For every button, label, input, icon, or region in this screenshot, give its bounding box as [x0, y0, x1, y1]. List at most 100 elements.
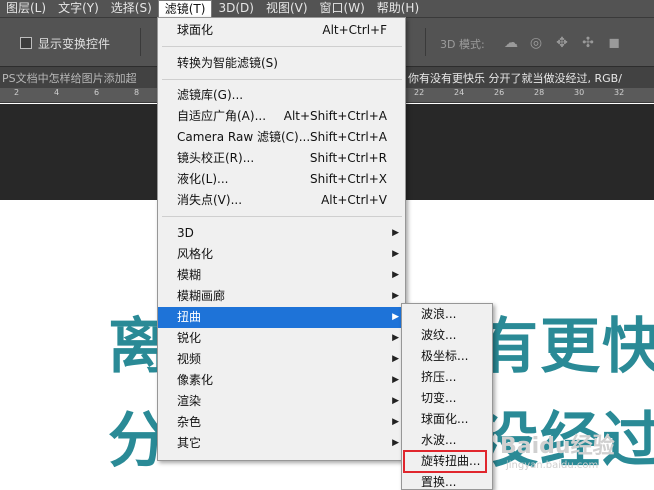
menu-item-sharpen[interactable]: 锐化 ▶ [158, 328, 405, 349]
submenu-arrow-icon: ▶ [392, 249, 399, 259]
show-transform-checkbox[interactable] [20, 37, 32, 49]
document-tab-active[interactable]: 你有没有更快乐 分开了就当做没经过, RGB/ [408, 70, 622, 86]
submenu-item-twirl[interactable]: 旋转扭曲... [403, 450, 487, 473]
submenu-arrow-icon: ▶ [392, 270, 399, 280]
watermark-url: jingyan.baidu.com [506, 460, 599, 471]
submenu-item-shear[interactable]: 切变... [402, 388, 492, 409]
menu-separator [162, 216, 402, 217]
menu-item-label: 模糊画廊 [177, 289, 226, 303]
submenu-item-label: 旋转扭曲... [421, 454, 481, 468]
menu-filter[interactable]: 滤镜(T) [157, 0, 213, 17]
menu-separator [162, 79, 402, 80]
canvas-text-line1-right: 有更快 [478, 312, 654, 382]
menu-item-camera-raw[interactable]: Camera Raw 滤镜(C)... Shift+Ctrl+A [158, 127, 405, 148]
submenu-arrow-icon: ▶ [392, 354, 399, 364]
menu-item-label: 风格化 [177, 247, 214, 261]
menu-item-video[interactable]: 视频 ▶ [158, 349, 405, 370]
ruler-tick-label: 22 [414, 88, 425, 97]
3d-pan-icon[interactable]: ✥ [554, 35, 570, 51]
submenu-item-label: 水波... [421, 433, 457, 447]
menu-select[interactable]: 选择(S) [105, 0, 158, 17]
menu-item-label: 消失点(V)... [177, 193, 243, 207]
submenu-item-spherize[interactable]: 球面化... [402, 409, 492, 430]
menu-item-last-filter[interactable]: 球面化 Alt+Ctrl+F [158, 20, 405, 41]
menu-item-label: 渲染 [177, 394, 202, 408]
submenu-item-ripple[interactable]: 波纹... [402, 325, 492, 346]
menu-3d[interactable]: 3D(D) [212, 0, 259, 17]
menu-view[interactable]: 视图(V) [260, 0, 314, 17]
ruler-tick-label: 4 [54, 88, 60, 97]
submenu-item-label: 挤压... [421, 370, 457, 384]
menu-item-label: 杂色 [177, 415, 202, 429]
3d-roll-icon[interactable]: ◎ [528, 35, 544, 51]
menu-item-adaptive-wide-angle[interactable]: 自适应广角(A)... Alt+Shift+Ctrl+A [158, 106, 405, 127]
menu-item-pixelate[interactable]: 像素化 ▶ [158, 370, 405, 391]
menu-item-label: 模糊 [177, 268, 202, 282]
menu-window[interactable]: 窗口(W) [314, 0, 371, 17]
submenu-arrow-icon: ▶ [392, 312, 399, 322]
menu-item-blur[interactable]: 模糊 ▶ [158, 265, 405, 286]
menu-bar: 图层(L) 文字(Y) 选择(S) 滤镜(T) 3D(D) 视图(V) 窗口(W… [0, 0, 654, 17]
3d-mode-label: 3D 模式: [440, 38, 485, 51]
submenu-item-label: 球面化... [421, 412, 469, 426]
submenu-item-label: 极坐标... [421, 349, 469, 363]
menu-item-shortcut: Shift+Ctrl+X [310, 172, 387, 186]
submenu-item-label: 波纹... [421, 328, 457, 342]
menu-item-blur-gallery[interactable]: 模糊画廊 ▶ [158, 286, 405, 307]
submenu-item-wave[interactable]: 波浪... [402, 304, 492, 325]
menu-item-3d[interactable]: 3D ▶ [158, 223, 405, 244]
menu-item-label: Camera Raw 滤镜(C)... [177, 130, 311, 144]
ruler-tick-label: 28 [534, 88, 545, 97]
document-tab-inactive[interactable]: PS文档中怎样给图片添加超 [2, 70, 137, 86]
menu-item-liquify[interactable]: 液化(L)... Shift+Ctrl+X [158, 169, 405, 190]
menu-item-filter-gallery[interactable]: 滤镜库(G)... [158, 85, 405, 106]
submenu-arrow-icon: ▶ [392, 333, 399, 343]
menu-item-noise[interactable]: 杂色 ▶ [158, 412, 405, 433]
menu-type[interactable]: 文字(Y) [52, 0, 105, 17]
distort-submenu: 波浪... 波纹... 极坐标... 挤压... 切变... 球面化... 水波… [401, 303, 493, 490]
submenu-arrow-icon: ▶ [392, 417, 399, 427]
filter-menu: 球面化 Alt+Ctrl+F 转换为智能滤镜(S) 滤镜库(G)... 自适应广… [157, 17, 406, 461]
menu-item-label: 自适应广角(A)... [177, 109, 267, 123]
submenu-arrow-icon: ▶ [392, 228, 399, 238]
menu-item-other[interactable]: 其它 ▶ [158, 433, 405, 454]
menu-layer[interactable]: 图层(L) [0, 0, 52, 17]
submenu-arrow-icon: ▶ [392, 375, 399, 385]
submenu-item-label: 置换... [421, 475, 457, 489]
menu-help[interactable]: 帮助(H) [371, 0, 425, 17]
submenu-arrow-icon: ▶ [392, 291, 399, 301]
menu-item-shortcut: Alt+Shift+Ctrl+A [283, 109, 387, 123]
3d-orbit-icon[interactable]: ☁ [503, 35, 519, 51]
ruler-tick-label: 24 [454, 88, 465, 97]
ruler-tick-label: 32 [614, 88, 625, 97]
submenu-arrow-icon: ▶ [392, 396, 399, 406]
3d-scale-icon[interactable]: ◼ [606, 35, 622, 51]
menu-item-distort[interactable]: 扭曲 ▶ [158, 307, 405, 328]
menu-item-label: 其它 [177, 436, 202, 450]
3d-slide-icon[interactable]: ✣ [580, 35, 596, 51]
menu-item-convert-smart-filter[interactable]: 转换为智能滤镜(S) [158, 53, 405, 74]
menu-item-render[interactable]: 渲染 ▶ [158, 391, 405, 412]
menu-item-lens-correction[interactable]: 镜头校正(R)... Shift+Ctrl+R [158, 148, 405, 169]
menu-item-shortcut: Alt+Ctrl+F [322, 23, 387, 37]
menu-item-label: 3D [177, 226, 194, 240]
watermark: Baidu经验 jingyan.baidu.com [500, 428, 615, 471]
submenu-item-pinch[interactable]: 挤压... [402, 367, 492, 388]
menu-item-label: 液化(L)... [177, 172, 229, 186]
menu-item-vanishing-point[interactable]: 消失点(V)... Alt+Ctrl+V [158, 190, 405, 211]
ruler-tick-label: 26 [494, 88, 505, 97]
menu-separator [162, 46, 402, 47]
menu-item-stylize[interactable]: 风格化 ▶ [158, 244, 405, 265]
ruler-tick-label: 6 [94, 88, 100, 97]
menu-item-label: 滤镜库(G)... [177, 88, 244, 102]
ruler-tick-label: 8 [134, 88, 140, 97]
menu-item-shortcut: Shift+Ctrl+A [310, 130, 387, 144]
watermark-logo: Baidu经验 [500, 434, 615, 459]
menu-item-label: 扭曲 [177, 310, 202, 324]
menu-item-label: 转换为智能滤镜(S) [177, 56, 278, 70]
submenu-item-zigzag[interactable]: 水波... [402, 430, 492, 451]
submenu-item-label: 波浪... [421, 307, 457, 321]
ruler-tick-label: 30 [574, 88, 585, 97]
submenu-item-polar-coordinates[interactable]: 极坐标... [402, 346, 492, 367]
submenu-item-displace[interactable]: 置换... [402, 472, 492, 490]
